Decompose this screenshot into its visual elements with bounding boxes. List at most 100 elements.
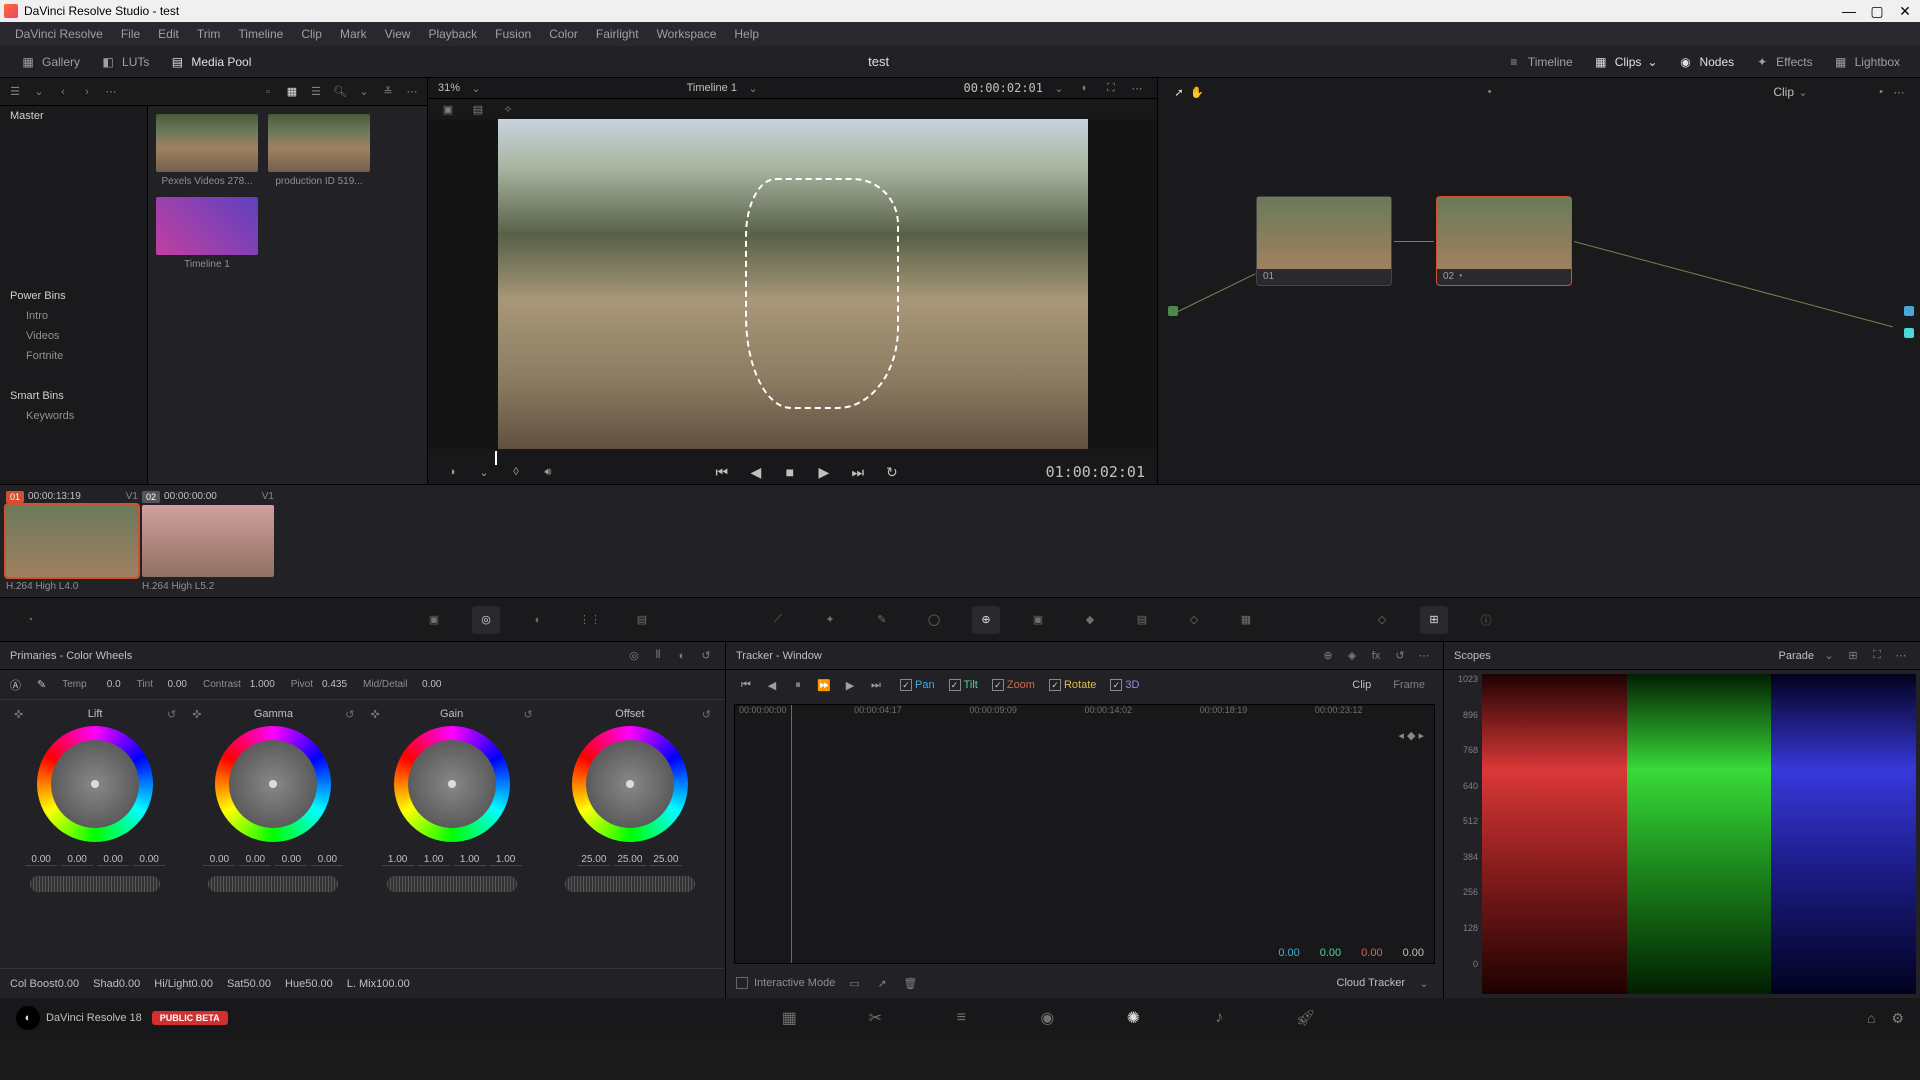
clip-thumb[interactable]: production ID 519... — [268, 114, 370, 187]
clip-thumb[interactable]: Pexels Videos 278... — [156, 114, 258, 187]
menu-fusion[interactable]: Fusion — [486, 27, 540, 41]
menu-timeline[interactable]: Timeline — [229, 27, 292, 41]
chevron-down-icon[interactable]: ⌄ — [743, 78, 763, 98]
overlay-a-icon[interactable]: ▣ — [438, 99, 458, 119]
interactive-checkbox[interactable] — [736, 977, 748, 989]
menu-file[interactable]: File — [112, 27, 149, 41]
track-rev-one-button[interactable]: ⏮ — [736, 675, 756, 695]
reset-icon[interactable]: ↺ — [524, 708, 533, 721]
expand-icon[interactable]: ⛶ — [1868, 647, 1886, 665]
lift-color-wheel[interactable] — [37, 726, 153, 842]
reset-icon[interactable]: ↺ — [345, 708, 354, 721]
reset-icon[interactable]: ↺ — [1391, 647, 1409, 665]
nodes-button[interactable]: ◉Nodes — [1667, 46, 1744, 77]
pan-checkbox[interactable]: ✓ — [900, 679, 912, 691]
scopes-tab[interactable]: ⊞ — [1420, 606, 1448, 634]
fusion-page-button[interactable]: ◉ — [1034, 1005, 1060, 1031]
menu-view[interactable]: View — [376, 27, 420, 41]
power-window-mask[interactable] — [745, 178, 898, 409]
unmix-icon[interactable]: ◊ — [504, 460, 528, 484]
track-fwd-one-button[interactable]: ⏩ — [814, 675, 834, 695]
luts-button[interactable]: ◧LUTs — [90, 46, 159, 77]
pointer-icon[interactable]: ➚ — [873, 974, 891, 992]
bin-smart[interactable]: Smart Bins — [0, 386, 147, 406]
expand-icon[interactable]: ⛶ — [1101, 78, 1121, 98]
track-rev-button[interactable]: ◀ — [762, 675, 782, 695]
tracker-frame-mode[interactable]: Frame — [1385, 677, 1433, 693]
bars-mode-icon[interactable]: ⦀ — [649, 647, 667, 665]
search-icon[interactable]: 🔍︎ — [331, 83, 349, 101]
contrast-value[interactable]: 1.000 — [245, 679, 275, 690]
chevron-down-icon[interactable]: ⌄ — [1794, 83, 1812, 101]
mid-value[interactable]: 0.00 — [411, 679, 441, 690]
track-end-button[interactable]: ⏭ — [866, 675, 886, 695]
qualifier-tab[interactable]: ✎ — [868, 606, 896, 634]
wand-icon[interactable]: ✧ — [498, 99, 518, 119]
wheels-mode-icon[interactable]: ◎ — [625, 647, 643, 665]
tint-value[interactable]: 0.00 — [157, 679, 187, 690]
lift-master-slider[interactable] — [30, 876, 160, 892]
motion-effects-tab[interactable]: ▤ — [628, 606, 656, 634]
loop-button[interactable]: ↻ — [878, 460, 906, 484]
menu-color[interactable]: Color — [540, 27, 587, 41]
shad-value[interactable]: 0.00 — [119, 978, 140, 990]
cut-page-button[interactable]: ✂ — [862, 1005, 888, 1031]
bin-keywords[interactable]: Keywords — [0, 406, 147, 426]
chevron-down-icon[interactable]: ⌄ — [472, 460, 496, 484]
chevron-down-icon[interactable]: ⌄ — [1049, 78, 1069, 98]
list-layout-icon[interactable]: ☰ — [6, 83, 24, 101]
stop-button[interactable]: ■ — [776, 460, 804, 484]
picker-icon[interactable]: ✜ — [14, 708, 23, 721]
reset-icon[interactable]: ↺ — [167, 708, 176, 721]
fairlight-page-button[interactable]: ♪ — [1206, 1005, 1232, 1031]
qualifier-icon[interactable]: ◑ — [440, 460, 464, 484]
target-icon[interactable]: ⊕ — [1319, 647, 1337, 665]
reset-icon[interactable]: ↺ — [697, 647, 715, 665]
magic-mask-tab[interactable]: ▣ — [1024, 606, 1052, 634]
corrector-node-01[interactable]: 01 — [1256, 196, 1392, 286]
sat-value[interactable]: 50.00 — [243, 978, 271, 990]
lummix-value[interactable]: 100.00 — [376, 978, 410, 990]
menu-trim[interactable]: Trim — [188, 27, 230, 41]
info-tab[interactable]: ⓘ — [1472, 606, 1500, 634]
eyedropper-icon[interactable]: ✎ — [37, 678, 46, 691]
more-icon[interactable]: ⋯ — [403, 83, 421, 101]
track-stop-button[interactable]: ⏸ — [788, 675, 808, 695]
gallery-button[interactable]: ▦Gallery — [10, 46, 90, 77]
minimize-button[interactable]: — — [1842, 4, 1856, 18]
sort-icon[interactable]: ≚ — [379, 83, 397, 101]
log-mode-icon[interactable]: ◐ — [673, 647, 691, 665]
fx-icon[interactable]: fx — [1367, 647, 1385, 665]
picker-icon[interactable]: ✜ — [371, 708, 380, 721]
speaker-icon[interactable]: 🔊︎ — [536, 460, 560, 484]
viewer-scrubber[interactable] — [438, 449, 1147, 460]
media-page-button[interactable]: ▦ — [776, 1005, 802, 1031]
home-icon[interactable]: ⌂ — [1867, 1010, 1875, 1027]
play-button[interactable]: ▶ — [810, 460, 838, 484]
timeline-clip-02[interactable]: 0200:00:00:00V1 H.264 High L5.2 — [142, 491, 274, 592]
viewer-zoom[interactable]: 31% — [438, 82, 460, 94]
graph-output-alpha[interactable] — [1904, 328, 1914, 338]
gain-master-slider[interactable] — [387, 876, 517, 892]
thumb-s-icon[interactable]: ▫ — [259, 83, 277, 101]
timeline-button[interactable]: ≡Timeline — [1496, 46, 1583, 77]
mediapool-button[interactable]: ▤Media Pool — [159, 46, 261, 77]
corrector-node-02[interactable]: 02 ◔ — [1436, 196, 1572, 286]
bypass-icon[interactable]: ◐ — [1075, 78, 1095, 98]
viewer-image[interactable] — [428, 119, 1157, 449]
menu-playback[interactable]: Playback — [419, 27, 486, 41]
gamma-color-wheel[interactable] — [215, 726, 331, 842]
bin-master[interactable]: Master — [0, 106, 147, 126]
graph-input-node[interactable] — [1168, 306, 1178, 316]
picker-icon[interactable]: ✜ — [192, 708, 201, 721]
rgb-mixer-tab[interactable]: ⋮⋮ — [576, 606, 604, 634]
tracker-type-select[interactable]: Cloud Tracker — [1337, 977, 1405, 989]
thumb-m-icon[interactable]: ▦ — [283, 83, 301, 101]
curves-tab[interactable]: ⟋ — [764, 606, 792, 634]
blur-tab[interactable]: ◆ — [1076, 606, 1104, 634]
color-wheels-tab[interactable]: ◎ — [472, 606, 500, 634]
bin-videos[interactable]: Videos — [0, 326, 147, 346]
menu-davinci[interactable]: DaVinci Resolve — [6, 27, 112, 41]
curves-left-icon[interactable]: ◔ — [16, 606, 44, 634]
clips-button[interactable]: ▦Clips ⌄ — [1583, 46, 1668, 77]
